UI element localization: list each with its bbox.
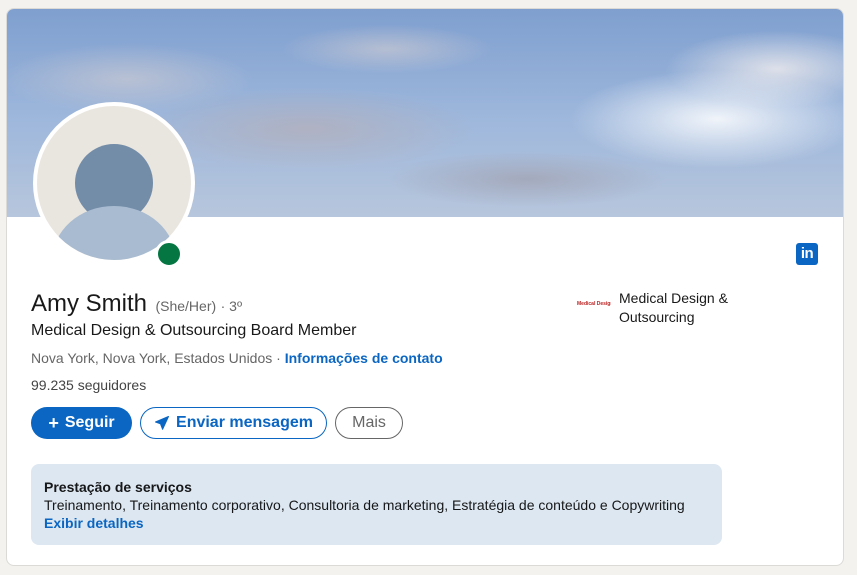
services-list: Treinamento, Treinamento corporativo, Co… xyxy=(44,497,685,513)
company-name[interactable]: Medical Design & Outsourcing xyxy=(619,289,749,327)
current-company[interactable]: Medical Design Medical Design & Outsourc… xyxy=(577,289,749,327)
name-line: Amy Smith (She/Her) · 3º xyxy=(31,290,242,318)
location-line: Nova York, Nova York, Estados Unidos · I… xyxy=(31,350,443,366)
company-logo: Medical Design xyxy=(577,301,611,307)
more-button[interactable]: Mais xyxy=(335,407,403,439)
message-button[interactable]: Enviar mensagem xyxy=(140,407,327,439)
services-title: Prestação de serviços xyxy=(44,479,192,495)
profile-headline: Medical Design & Outsourcing Board Membe… xyxy=(31,322,357,339)
connection-degree: · 3º xyxy=(220,298,243,314)
more-label: Mais xyxy=(352,414,386,431)
followers-count: 99.235 seguidores xyxy=(31,377,147,393)
profile-name: Amy Smith xyxy=(31,290,148,317)
plus-icon: + xyxy=(48,413,59,433)
follow-label: Seguir xyxy=(64,414,115,431)
profile-location: Nova York, Nova York, Estados Unidos xyxy=(31,350,273,366)
contact-info-link[interactable]: Informações de contato xyxy=(285,350,443,366)
send-icon xyxy=(155,416,170,430)
profile-pronouns: (She/Her) xyxy=(155,298,217,314)
message-label: Enviar mensagem xyxy=(176,414,313,431)
linkedin-icon[interactable]: in xyxy=(796,243,818,265)
location-separator: · xyxy=(272,350,285,366)
profile-card: in Amy Smith (She/Her) · 3º Medical Desi… xyxy=(6,8,844,566)
online-status-icon xyxy=(155,240,183,268)
avatar-placeholder xyxy=(37,106,191,260)
services-details-link[interactable]: Exibir detalhes xyxy=(44,514,709,532)
follow-button[interactable]: + Seguir xyxy=(31,407,132,439)
services-box: Prestação de serviços Treinamento, Trein… xyxy=(31,464,722,545)
